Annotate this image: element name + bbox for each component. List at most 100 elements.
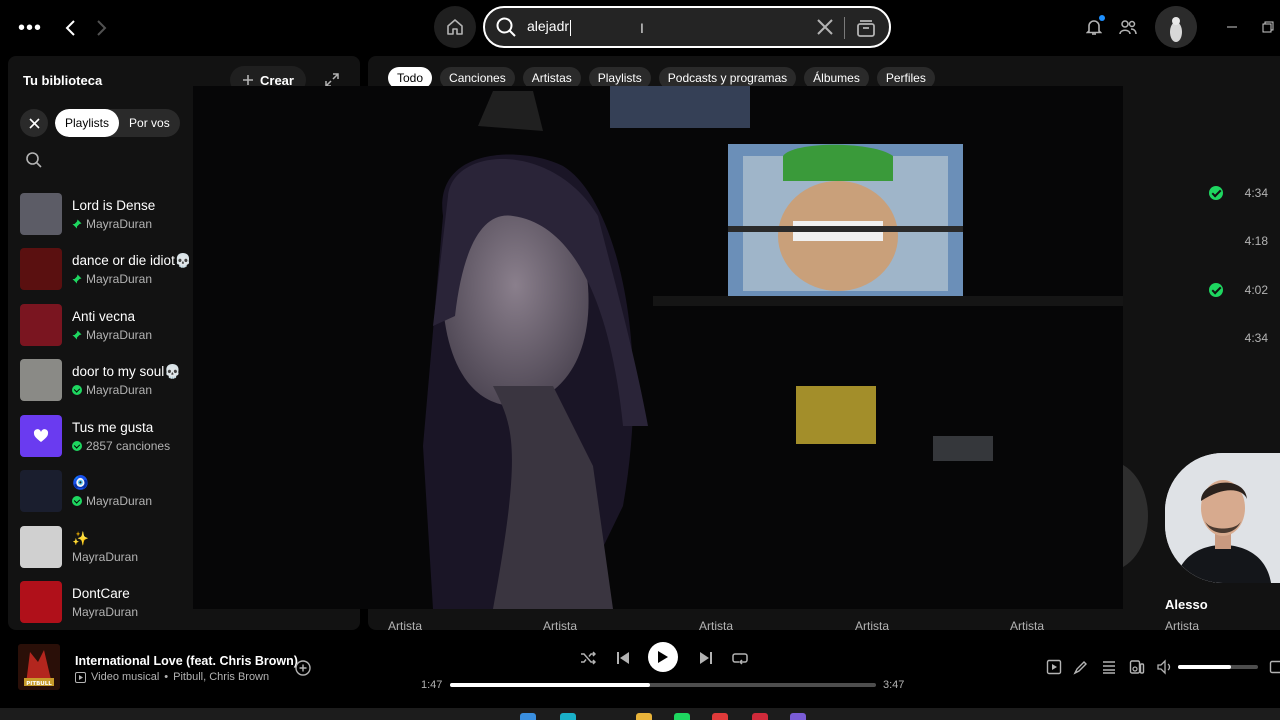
playlist-name: ✨ [72,530,89,546]
queue-icon[interactable] [1101,659,1117,675]
skip-forward-icon [700,652,712,664]
minimize-window-icon[interactable] [1222,17,1242,37]
connect-device-icon[interactable] [1129,659,1145,675]
add-to-library-icon[interactable] [295,660,311,676]
library-title[interactable]: Tu biblioteca [23,73,102,88]
webcam-overlay [193,86,1123,609]
chevron-left-icon [65,20,75,36]
playlist-cover [20,470,62,513]
volume-fill [1178,665,1231,669]
song-row[interactable]: 4:02 [1208,283,1268,297]
search-icon [496,17,516,37]
playback-progress-bar[interactable] [450,683,876,687]
home-button[interactable] [434,6,476,48]
song-duration: 4:34 [1244,331,1268,345]
friends-icon [1119,20,1137,35]
file-explorer-icon[interactable] [636,713,652,720]
now-playing-view-icon[interactable] [1046,659,1062,675]
saved-check-icon[interactable] [1208,283,1223,297]
playlist-owner: MayraDuran [86,494,153,509]
search-input[interactable]: alejadr I [483,6,891,48]
playlist-owner: MayraDuran [72,605,139,620]
browse-icon[interactable] [855,17,877,39]
notifications-button[interactable] [1082,15,1106,39]
home-icon [447,19,463,35]
playlist-owner: 2857 canciones [86,438,171,453]
friend-activity-button[interactable] [1116,15,1140,39]
artist-type-label: Artista [388,619,423,630]
playlist-cover [20,192,62,235]
app-taskbar-icon[interactable] [752,713,768,720]
search-query: alejadr [527,18,572,36]
downloaded-icon [72,496,82,507]
clear-filter-button[interactable] [20,109,48,137]
playlist-cover [20,414,62,457]
artist-photo [1165,453,1280,583]
heart-icon [33,428,49,442]
play-icon [658,651,668,663]
spotify-taskbar-icon[interactable] [674,713,690,720]
song-duration: 4:34 [1244,186,1268,200]
next-button[interactable] [697,649,715,667]
song-duration: 4:02 [1244,283,1268,297]
downloaded-icon [72,385,82,396]
artist-type-label: Artista [855,619,890,630]
shuffle-button[interactable] [579,649,597,667]
plus-icon [243,75,253,85]
album-art-label: PITBULL [26,681,52,687]
more-options-icon[interactable]: ••• [18,16,42,40]
artist-name-alesso[interactable]: Alesso [1165,597,1208,612]
chip-playlists[interactable]: Playlists [55,109,120,137]
search-divider [844,17,845,39]
playlist-cover [20,359,62,402]
back-button[interactable] [58,14,84,42]
app-taskbar-icon[interactable] [790,713,806,720]
close-icon [28,117,40,129]
library-filter-chips: Playlists Por vos [55,109,180,137]
library-search-icon[interactable] [25,151,43,169]
repeat-button[interactable] [731,649,749,667]
user-avatar[interactable] [1155,6,1197,48]
separator: • [164,671,169,683]
playlist-name: door to my soul💀 [72,364,182,380]
chip-por-vos[interactable]: Por vos [119,109,180,137]
os-taskbar [0,708,1280,720]
lyrics-icon[interactable] [1073,659,1089,675]
saved-check-icon[interactable] [1208,186,1223,200]
pin-icon [72,330,82,340]
track-title[interactable]: International Love (feat. Chris Brown) [75,654,298,668]
forward-button[interactable] [88,14,114,42]
album-art-image: PITBULL [18,644,60,690]
avatar-image [1155,6,1197,48]
music-video-icon [75,671,86,683]
artist-type-label: Artista [1165,619,1200,630]
playlist-cover [20,581,62,624]
skip-back-icon [617,652,629,664]
artist-image-alesso[interactable] [1165,453,1280,583]
edge-icon[interactable] [560,713,576,720]
playlist-name: 🧿 [72,475,89,491]
playlist-owner: MayraDuran [86,383,153,398]
artist-type-label: Artista [543,619,578,630]
mini-player-icon[interactable] [1269,659,1280,675]
track-subtitle: Video musical • Pitbull, Chris Brown [75,671,269,683]
song-row[interactable]: 4:34 [1209,331,1268,345]
playlist-owner: MayraDuran [86,327,153,342]
playlist-cover [20,303,62,346]
song-duration: 4:18 [1244,234,1268,248]
bell-icon [1086,20,1102,35]
playlist-name: DontCare [72,586,130,602]
play-button[interactable] [648,642,678,672]
previous-button[interactable] [614,649,632,667]
start-icon[interactable] [520,713,536,720]
clear-search-icon[interactable] [815,17,835,37]
now-playing-cover[interactable]: PITBULL [18,644,60,690]
restore-window-icon[interactable] [1258,17,1278,37]
playlist-name: Tus me gusta [72,419,154,435]
song-row[interactable]: 4:34 [1208,186,1268,200]
volume-icon[interactable] [1157,659,1173,675]
track-artists[interactable]: Pitbull, Chris Brown [173,671,269,683]
volume-slider[interactable] [1178,665,1258,669]
song-row[interactable]: 4:18 [1209,234,1268,248]
app-taskbar-icon[interactable] [712,713,728,720]
